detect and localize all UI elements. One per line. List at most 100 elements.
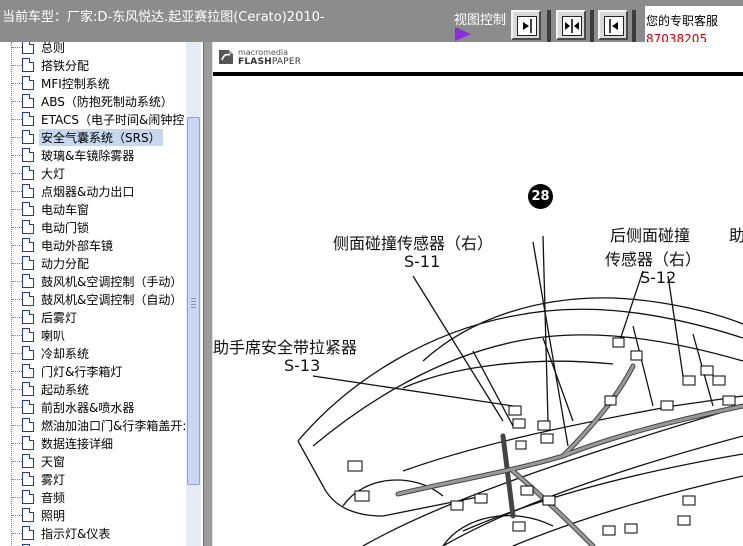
tree-item-label: 电动车窗 xyxy=(41,203,90,217)
tree-guide-line xyxy=(12,173,22,174)
support-phone[interactable]: 87038205 xyxy=(646,32,707,42)
sidebar-scrollbar[interactable] xyxy=(186,42,201,546)
tree-item-label: 指示灯&仪表 xyxy=(41,527,111,541)
view-left-pane-button[interactable] xyxy=(511,10,541,40)
tree-item[interactable]: 数据连接详细 xyxy=(0,434,186,452)
tree-item[interactable]: 指示灯&仪表 xyxy=(0,524,186,542)
label-rear-side-impact-1: 后侧面碰撞 xyxy=(610,226,691,245)
tree-item-label: 燃油加油口门&行李箱盖开: xyxy=(41,419,187,433)
tree-item[interactable]: ETACS（电子时间&闹钟控 xyxy=(0,110,186,128)
brand-macromedia: macromedia xyxy=(238,48,289,57)
tree-item[interactable]: 大灯 xyxy=(0,164,186,182)
document-icon xyxy=(22,94,34,108)
tree-item-label: 雾灯 xyxy=(41,473,66,487)
tree-item[interactable]: 玻璃&车镜除雾器 xyxy=(0,146,186,164)
document-icon xyxy=(22,346,34,360)
tree-item-label: 大灯 xyxy=(41,167,66,181)
tree-item[interactable]: 照明 xyxy=(0,506,186,524)
tree-item-label: 总则 xyxy=(41,42,66,55)
tree-item[interactable]: 电动车窗 xyxy=(0,200,186,218)
tree-item-label: 电动外部车镜 xyxy=(41,239,114,253)
tree-item-label: 前刮水器&喷水器 xyxy=(41,401,135,415)
tree-guide-line xyxy=(12,407,22,408)
document-icon xyxy=(22,328,34,342)
tree-guide-line xyxy=(12,119,22,120)
tree-item-label: 电动门锁 xyxy=(41,221,90,235)
tree-item[interactable]: 总则 xyxy=(0,42,186,56)
document-icon xyxy=(22,310,34,324)
view-control-arrow-icon xyxy=(455,27,471,41)
document-viewer: macromedia FLASHPAPER 侧面碰撞传感器（右） S-11 28… xyxy=(213,42,743,546)
tree-guide-line xyxy=(12,353,22,354)
tree-item-label: 起动系统 xyxy=(41,383,90,397)
tree-item[interactable]: 音频 xyxy=(0,488,186,506)
tree-guide-line xyxy=(12,335,22,336)
tree-item[interactable]: 雾灯 xyxy=(0,470,186,488)
tree-item[interactable]: 搭铁分配 xyxy=(0,56,186,74)
document-icon xyxy=(22,184,34,198)
tree-item-label: 天窗 xyxy=(41,455,66,469)
document-icon xyxy=(22,238,34,252)
code-s11: S-11 xyxy=(404,252,441,271)
tree-guide-line xyxy=(12,101,22,102)
document-icon xyxy=(22,292,34,306)
tree-item[interactable]: 燃油加油口门&行李箱盖开: xyxy=(0,416,186,434)
tree-item[interactable]: 自动灯控 xyxy=(0,542,186,546)
pane-splitter[interactable] xyxy=(203,42,213,546)
app-window: 当前车型：厂家:D-东风悦达.起亚赛拉图(Cerato)2010- 视图控制 您… xyxy=(0,0,743,546)
tree-item-label: 搭铁分配 xyxy=(41,59,90,73)
car-harness-drawing xyxy=(297,235,743,546)
document-icon xyxy=(22,454,34,468)
tree-item[interactable]: 鼓风机&空调控制（自动） xyxy=(0,290,186,308)
tree-item[interactable]: 后雾灯 xyxy=(0,308,186,326)
tree-item-label: 喇叭 xyxy=(41,329,66,343)
label-rear-side-impact-2: 传感器（右） xyxy=(605,250,702,269)
tree-item-label: 照明 xyxy=(41,509,66,523)
tree-guide-line xyxy=(12,389,22,390)
view-split-button[interactable] xyxy=(556,10,586,40)
tree-item[interactable]: 动力分配 xyxy=(0,254,186,272)
tree-guide-line xyxy=(12,47,22,48)
tree-item-label: ETACS（电子时间&闹钟控 xyxy=(41,113,185,127)
document-icon xyxy=(22,508,34,522)
tree-item[interactable]: 前刮水器&喷水器 xyxy=(0,398,186,416)
label-cut-off: 助 xyxy=(729,226,743,245)
tree-item[interactable]: 门灯&行李箱灯 xyxy=(0,362,186,380)
tree-item-label: MFI控制系统 xyxy=(41,77,110,91)
tree-item[interactable]: MFI控制系统 xyxy=(0,74,186,92)
document-icon xyxy=(22,256,34,270)
tree-item[interactable]: 起动系统 xyxy=(0,380,186,398)
tree-item[interactable]: 安全气囊系统（SRS） xyxy=(0,128,186,146)
expand-left-icon xyxy=(604,16,624,36)
tree-item[interactable]: ABS（防抱死制动系统） xyxy=(0,92,186,110)
tree-item-label: ABS（防抱死制动系统） xyxy=(41,95,173,109)
tree-item[interactable]: 电动外部车镜 xyxy=(0,236,186,254)
tree-item[interactable]: 鼓风机&空调控制（手动） xyxy=(0,272,186,290)
tree-item-label: 数据连接详细 xyxy=(41,437,114,451)
wiring-diagram: 侧面碰撞传感器（右） S-11 28 后侧面碰撞 传感器（右） S-12 助 助… xyxy=(213,76,743,546)
split-view-icon xyxy=(562,16,582,36)
document-icon xyxy=(22,148,34,162)
document-icon xyxy=(22,58,34,72)
scrollbar-thumb[interactable] xyxy=(187,117,200,485)
tree-item[interactable]: 冷却系统 xyxy=(0,344,186,362)
view-right-pane-button[interactable] xyxy=(598,10,628,40)
tree-guide-line xyxy=(12,227,22,228)
tree-item-label: 玻璃&车镜除雾器 xyxy=(41,149,135,163)
tree-item[interactable]: 点烟器&动力出口 xyxy=(0,182,186,200)
tree-item[interactable]: 天窗 xyxy=(0,452,186,470)
tree-guide-line xyxy=(12,281,22,282)
tree-guide-line xyxy=(12,83,22,84)
tree-guide-line xyxy=(12,317,22,318)
brand-flashpaper: FLASHPAPER xyxy=(238,57,302,67)
tree-item[interactable]: 电动门锁 xyxy=(0,218,186,236)
current-vehicle-label: 当前车型：厂家:D-东风悦达.起亚赛拉图(Cerato)2010- xyxy=(2,10,325,25)
document-icon xyxy=(22,418,34,432)
tree-guide-line xyxy=(12,245,22,246)
tree-guide-line xyxy=(12,209,22,210)
tree-item[interactable]: 喇叭 xyxy=(0,326,186,344)
document-icon xyxy=(22,274,34,288)
tree-item-label: 鼓风机&空调控制（手动） xyxy=(41,275,183,289)
tree-guide-line xyxy=(12,533,22,534)
tree-guide-line xyxy=(12,191,22,192)
